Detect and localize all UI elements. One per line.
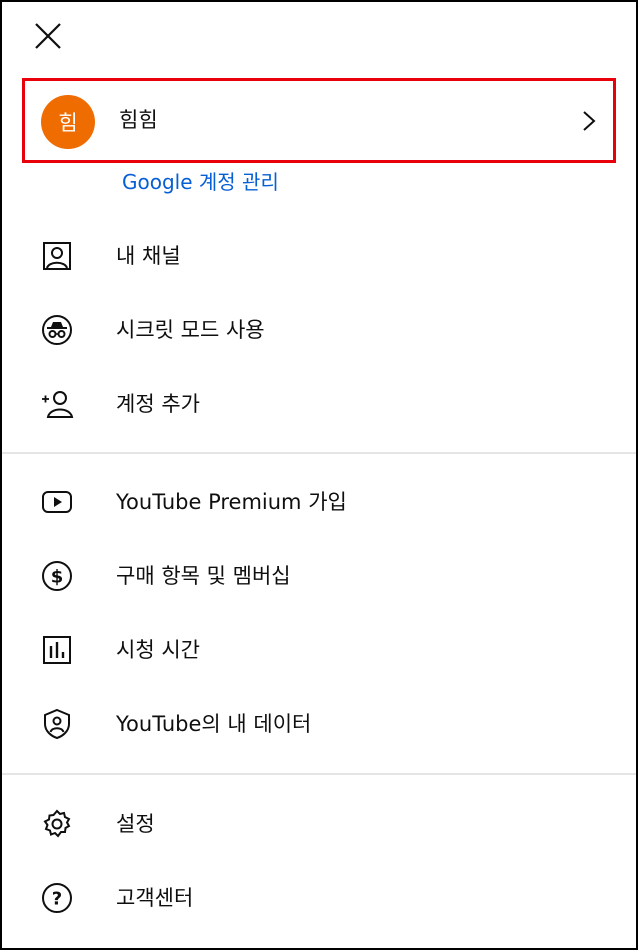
menu-item-my-channel[interactable]: 내 채널 [2,226,636,286]
youtube-play-icon [40,485,74,519]
avatar: 힘 [41,95,95,149]
account-switcher-row[interactable]: 힘 힘힘 [22,78,616,163]
menu-item-help-center[interactable]: ? 고객센터 [2,868,636,928]
menu-item-label: 설정 [116,812,155,836]
shield-user-icon [40,707,74,741]
incognito-icon [40,313,74,347]
menu-item-your-data[interactable]: YouTube의 내 데이터 [2,694,636,754]
menu-item-label: YouTube Premium 가입 [116,490,347,514]
close-button[interactable] [26,14,70,58]
chevron-right-icon [575,107,603,135]
menu-item-add-account[interactable]: 계정 추가 [2,374,636,434]
gear-icon [40,807,74,841]
manage-google-account-link[interactable]: Google 계정 관리 [122,166,279,195]
close-icon [33,21,63,51]
svg-text:?: ? [52,889,62,910]
menu-item-purchases-memberships[interactable]: $ 구매 항목 및 멤버십 [2,546,636,606]
menu-item-label: YouTube의 내 데이터 [116,712,312,736]
menu-item-label: 구매 항목 및 멤버십 [116,564,291,588]
menu-item-label: 계정 추가 [116,392,200,416]
bar-chart-icon [40,633,74,667]
account-name: 힘힘 [119,108,158,132]
section-divider [2,773,636,775]
section-divider [2,452,636,454]
account-menu-panel: 힘 힘힘 Google 계정 관리 내 채널 시크릿 모드 사용 계정 추가 Y… [0,0,638,950]
menu-item-youtube-premium[interactable]: YouTube Premium 가입 [2,472,636,532]
svg-text:$: $ [51,567,64,588]
help-circle-icon: ? [40,881,74,915]
menu-item-label: 내 채널 [116,244,181,268]
menu-item-watch-time[interactable]: 시청 시간 [2,620,636,680]
menu-item-incognito[interactable]: 시크릿 모드 사용 [2,300,636,360]
menu-item-label: 시크릿 모드 사용 [116,318,265,342]
menu-item-settings[interactable]: 설정 [2,794,636,854]
menu-item-label: 시청 시간 [116,638,200,662]
menu-item-label: 고객센터 [116,886,194,910]
person-box-icon [40,239,74,273]
add-account-icon [40,387,74,421]
dollar-circle-icon: $ [40,559,74,593]
